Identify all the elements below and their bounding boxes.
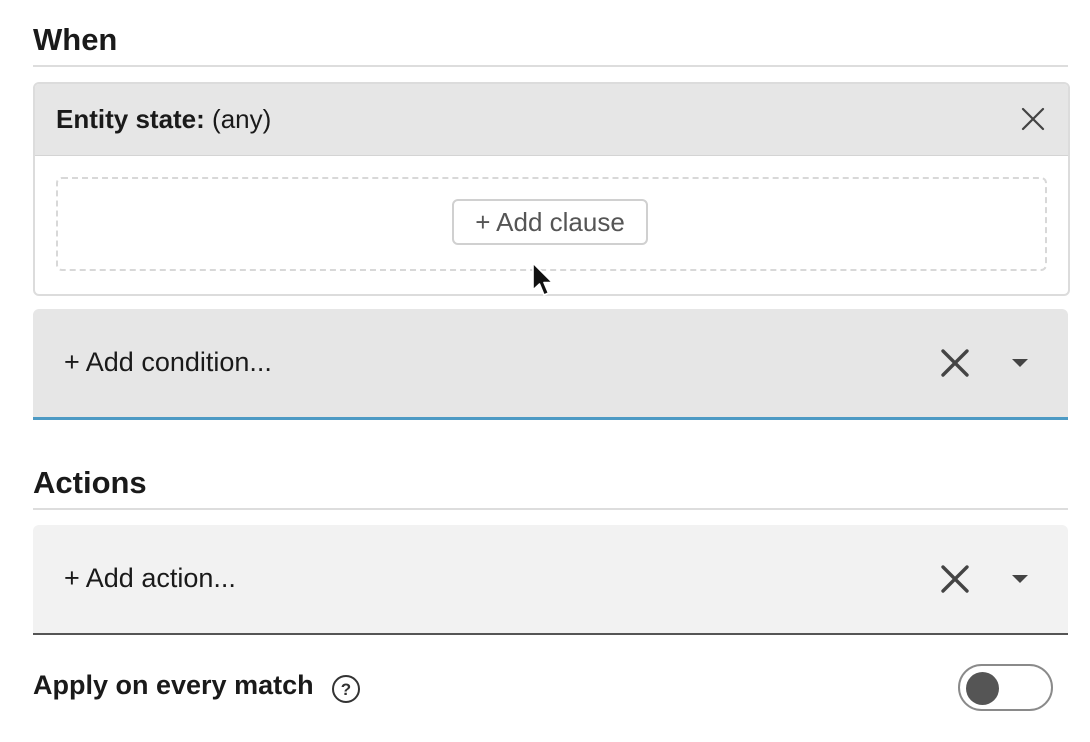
add-clause-button[interactable]: + Add clause xyxy=(452,199,648,245)
clear-icon[interactable] xyxy=(939,563,971,595)
condition-value: (any) xyxy=(212,104,272,134)
clear-icon[interactable] xyxy=(939,347,971,379)
help-circle-icon[interactable]: ? xyxy=(331,674,361,704)
mouse-cursor-icon xyxy=(532,262,554,296)
when-heading: When xyxy=(33,22,118,57)
caret-down-icon[interactable] xyxy=(1010,357,1030,369)
actions-heading: Actions xyxy=(33,465,147,500)
actions-divider xyxy=(33,508,1068,510)
svg-text:?: ? xyxy=(341,680,351,699)
add-action-select[interactable]: + Add action... xyxy=(33,525,1068,635)
when-divider xyxy=(33,65,1068,67)
condition-label: Entity state: xyxy=(56,104,205,134)
condition-card-header: Entity state: (any) xyxy=(35,84,1068,156)
add-action-placeholder: + Add action... xyxy=(64,563,236,593)
close-icon[interactable] xyxy=(1018,104,1048,134)
apply-every-match-label: Apply on every match xyxy=(33,670,314,700)
caret-down-icon[interactable] xyxy=(1010,573,1030,585)
apply-every-match-toggle[interactable] xyxy=(958,664,1053,711)
clause-drop-zone: + Add clause xyxy=(56,177,1047,271)
add-condition-placeholder: + Add condition... xyxy=(64,347,272,377)
condition-summary: Entity state: (any) xyxy=(56,104,271,135)
toggle-knob xyxy=(966,672,999,705)
add-condition-select[interactable]: + Add condition... xyxy=(33,309,1068,420)
